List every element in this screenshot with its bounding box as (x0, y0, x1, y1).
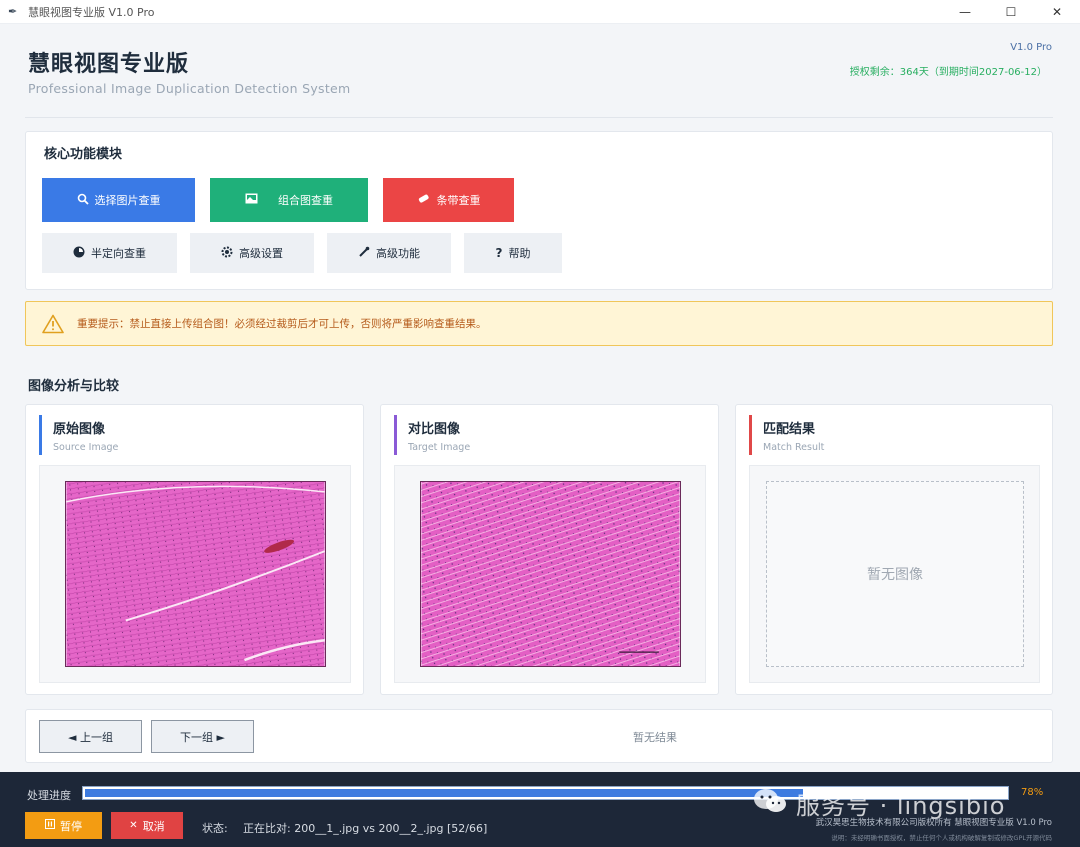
result-navigation-bar: ◄ 上一组 下一组 ► 暂无结果 (25, 709, 1053, 763)
search-icon (77, 193, 89, 208)
source-panel-title: 原始图像 (53, 422, 106, 437)
advanced-features-button[interactable]: 高级功能 (327, 233, 451, 273)
strip-icon (417, 193, 431, 208)
disclaimer-text: 说明：未经明确书面授权，禁止任何个人或机构破解复制或修改GPL开源代码 (831, 834, 1052, 842)
app-title: 慧眼视图专业版 (28, 52, 190, 77)
header-divider (25, 117, 1053, 118)
version-label: V1.0 Pro (1010, 42, 1052, 53)
wrench-icon (358, 246, 370, 261)
status-label: 状态: (202, 822, 228, 835)
match-result-panel: 匹配结果 Match Result 暂无图像 (735, 404, 1053, 695)
advanced-features-label: 高级功能 (376, 247, 420, 260)
minimize-button[interactable]: — (942, 0, 988, 24)
help-label: 帮助 (508, 247, 531, 260)
status-text: 正在比对: 200__1_.jpg vs 200__2_.jpg [52/66] (243, 822, 488, 835)
progress-bar-fill (85, 789, 803, 797)
pause-icon (45, 819, 55, 832)
source-image-panel: 原始图像 Source Image (25, 404, 364, 695)
strip-check-label: 条带查重 (436, 194, 481, 207)
pause-label: 暂停 (60, 819, 82, 833)
target-panel-subtitle: Target Image (408, 442, 471, 453)
status-bar: 处理进度 78% 服务号 · lingsibio 暂停 ✕ 取消 状态: 正在比… (0, 772, 1080, 847)
target-image[interactable] (420, 481, 681, 667)
copyright-text: 武汉昊思生物技术有限公司版权所有 慧眼视图专业版 V1.0 Pro (815, 818, 1052, 828)
cancel-label: 取消 (142, 819, 165, 833)
advanced-settings-button[interactable]: 高级设置 (190, 233, 314, 273)
progress-percent: 78% (1021, 787, 1044, 798)
pause-button[interactable]: 暂停 (25, 812, 102, 839)
progress-label: 处理进度 (27, 789, 71, 802)
window-title: 慧眼视图专业版 V1.0 Pro (28, 5, 155, 19)
source-panel-subtitle: Source Image (53, 442, 119, 453)
strip-check-button[interactable]: 条带查重 (383, 178, 514, 222)
question-icon: ? (495, 246, 503, 260)
warning-text: 重要提示：禁止直接上传组合图！必须经过裁剪后才可上传，否则将严重影响查重结果。 (77, 318, 487, 330)
window-controls: — ☐ ✕ (942, 0, 1080, 24)
source-image[interactable] (65, 481, 326, 667)
match-panel-accent (749, 415, 752, 455)
target-icon (73, 246, 85, 261)
license-status: 授权剩余：364天（到期时间2027-06-12） (849, 67, 1047, 78)
close-button[interactable]: ✕ (1034, 0, 1080, 24)
match-panel-title: 匹配结果 (763, 422, 816, 437)
image-icon (245, 193, 258, 207)
target-panel-title: 对比图像 (408, 422, 461, 437)
source-panel-accent (39, 415, 42, 455)
combined-image-check-button[interactable]: 组合图查重 (210, 178, 368, 222)
semi-directional-check-button[interactable]: 半定向查重 (42, 233, 177, 273)
analysis-section-title: 图像分析与比较 (28, 379, 120, 394)
next-group-button[interactable]: 下一组 ► (151, 720, 254, 753)
core-panel-title: 核心功能模块 (44, 147, 123, 162)
window-titlebar: ✒ 慧眼视图专业版 V1.0 Pro — ☐ ✕ (0, 0, 1080, 24)
warning-icon (42, 314, 64, 334)
semi-directional-check-label: 半定向查重 (91, 247, 146, 260)
match-image-placeholder: 暂无图像 (766, 481, 1024, 667)
feather-icon: ✒ (8, 4, 18, 18)
target-panel-accent (394, 415, 397, 455)
cancel-button[interactable]: ✕ 取消 (111, 812, 183, 839)
warning-banner: 重要提示：禁止直接上传组合图！必须经过裁剪后才可上传，否则将严重影响查重结果。 (25, 301, 1053, 346)
core-function-panel: 核心功能模块 选择图片查重 组合图查重 条带查重 半定向查重 高级设置 高级功能… (25, 131, 1053, 290)
source-image-frame (39, 465, 351, 683)
close-icon: ✕ (129, 820, 138, 831)
navigation-result-text: 暂无结果 (633, 731, 677, 744)
app-subtitle: Professional Image Duplication Detection… (28, 81, 351, 96)
target-image-frame (394, 465, 706, 683)
advanced-settings-label: 高级设置 (239, 247, 283, 260)
prev-group-button[interactable]: ◄ 上一组 (39, 720, 142, 753)
help-button[interactable]: ? 帮助 (464, 233, 562, 273)
match-image-frame: 暂无图像 (749, 465, 1040, 683)
wechat-icon (752, 787, 788, 821)
select-image-check-button[interactable]: 选择图片查重 (42, 178, 195, 222)
maximize-button[interactable]: ☐ (988, 0, 1034, 24)
select-image-check-label: 选择图片查重 (94, 194, 161, 207)
target-image-panel: 对比图像 Target Image (380, 404, 719, 695)
match-panel-subtitle: Match Result (763, 442, 825, 453)
gear-icon (221, 246, 233, 261)
app-header: 慧眼视图专业版 Professional Image Duplication D… (0, 24, 1080, 118)
combined-image-check-label: 组合图查重 (278, 194, 333, 207)
